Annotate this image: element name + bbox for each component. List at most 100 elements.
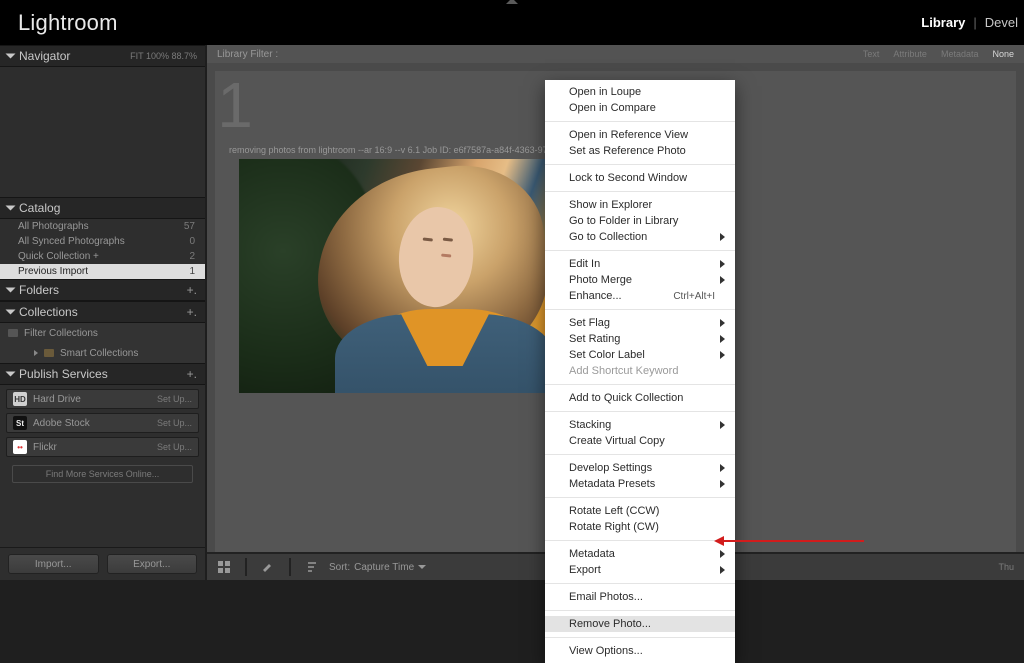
filter-link[interactable]: Metadata (941, 49, 979, 59)
filter-link[interactable]: Text (863, 49, 880, 59)
menu-separator (545, 191, 735, 192)
left-sidebar: Navigator FIT 100% 88.7% Catalog All Pho… (0, 45, 207, 580)
navigator-preview[interactable] (0, 67, 205, 197)
navigator-zoom-readout[interactable]: FIT 100% 88.7% (130, 51, 197, 61)
menu-item[interactable]: View Options... (545, 643, 735, 659)
menu-item[interactable]: Add to Quick Collection (545, 390, 735, 406)
disclosure-icon (6, 54, 16, 59)
menu-item[interactable]: Set Rating (545, 331, 735, 347)
disclosure-icon (6, 372, 16, 377)
add-publish-icon[interactable]: +. (187, 367, 197, 381)
menu-item-label: Lock to Second Window (569, 172, 687, 184)
menu-item[interactable]: Enhance...Ctrl+Alt+I (545, 288, 735, 304)
menu-item[interactable]: Metadata (545, 546, 735, 562)
smart-collection-icon (44, 349, 54, 357)
smart-collections-row[interactable]: Smart Collections (0, 343, 205, 363)
app-title: Lightroom (18, 10, 118, 36)
folders-header[interactable]: Folders +. (0, 279, 205, 301)
sort-value: Capture Time (354, 562, 414, 573)
menu-separator (545, 454, 735, 455)
submenu-arrow-icon (720, 233, 725, 241)
menu-item[interactable]: Email Photos... (545, 589, 735, 605)
menu-item[interactable]: Open in Compare (545, 100, 735, 116)
filter-link[interactable]: Attribute (893, 49, 927, 59)
menu-item-label: Set as Reference Photo (569, 145, 686, 157)
disclosure-icon (6, 310, 16, 315)
grid-view-icon[interactable] (217, 560, 231, 574)
sort-select[interactable]: Sort: Capture Time (329, 562, 426, 573)
import-button[interactable]: Import... (8, 554, 99, 574)
collections-header[interactable]: Collections +. (0, 301, 205, 323)
catalog-row[interactable]: All Photographs57 (0, 219, 205, 234)
menu-item[interactable]: Rotate Left (CCW) (545, 503, 735, 519)
service-setup-link[interactable]: Set Up... (157, 418, 192, 428)
service-setup-link[interactable]: Set Up... (157, 394, 192, 404)
menu-item[interactable]: Remove Photo... (545, 616, 735, 632)
menu-item[interactable]: Set as Reference Photo (545, 143, 735, 159)
navigator-header[interactable]: Navigator FIT 100% 88.7% (0, 45, 205, 67)
catalog-row[interactable]: Previous Import1 (0, 264, 205, 279)
menu-item-label: Edit In (569, 258, 600, 270)
menu-item-label: Stacking (569, 419, 611, 431)
menu-item[interactable]: Export (545, 562, 735, 578)
navigator-title: Navigator (19, 49, 70, 63)
add-folder-icon[interactable]: +. (187, 283, 197, 297)
menu-item[interactable]: Photo Merge (545, 272, 735, 288)
sort-direction-icon[interactable] (305, 560, 319, 574)
toolbar-right-text: Thu (998, 562, 1014, 572)
menu-item[interactable]: Open in Reference View (545, 127, 735, 143)
publish-service-row[interactable]: ••FlickrSet Up... (6, 437, 199, 457)
catalog-header[interactable]: Catalog (0, 197, 205, 219)
menu-item: Add Shortcut Keyword (545, 363, 735, 379)
submenu-arrow-icon (720, 566, 725, 574)
painter-icon[interactable] (261, 560, 275, 574)
service-setup-link[interactable]: Set Up... (157, 442, 192, 452)
menu-item-label: Show in Explorer (569, 199, 652, 211)
menu-item[interactable]: Edit In (545, 256, 735, 272)
menu-item[interactable]: Lock to Second Window (545, 170, 735, 186)
menu-item-label: Open in Reference View (569, 129, 688, 141)
menu-separator (545, 164, 735, 165)
menu-item[interactable]: Show in Explorer (545, 197, 735, 213)
menu-item-label: Go to Folder in Library (569, 215, 678, 227)
catalog-title: Catalog (19, 201, 60, 215)
menu-item-label: Add to Quick Collection (569, 392, 683, 404)
catalog-row[interactable]: All Synced Photographs0 (0, 234, 205, 249)
menu-item[interactable]: Develop Settings (545, 460, 735, 476)
filter-link[interactable]: None (992, 49, 1014, 59)
menu-item[interactable]: Create Virtual Copy (545, 433, 735, 449)
context-menu[interactable]: Open in Loupe Open in Compare Open in Refe… (545, 80, 735, 663)
panel-collapse-caret[interactable] (506, 0, 518, 4)
menu-item[interactable]: Set Flag (545, 315, 735, 331)
publish-service-row[interactable]: HDHard DriveSet Up... (6, 389, 199, 409)
publish-service-row[interactable]: StAdobe StockSet Up... (6, 413, 199, 433)
menu-item[interactable]: Go to Collection (545, 229, 735, 245)
menu-item-label: Open in Loupe (569, 86, 641, 98)
library-filter-bar: Library Filter : TextAttributeMetadataNo… (207, 45, 1024, 63)
export-button[interactable]: Export... (107, 554, 198, 574)
filter-links: Text Attribute Metadata None (863, 49, 1014, 59)
menu-item[interactable]: Go to Folder in Library (545, 213, 735, 229)
sort-label: Sort: (329, 562, 350, 573)
disclosure-icon (34, 350, 38, 356)
search-icon (8, 329, 18, 337)
tab-library[interactable]: Library (915, 15, 971, 30)
service-icon: HD (13, 392, 27, 406)
tab-develop[interactable]: Devel (979, 15, 1024, 30)
catalog-row[interactable]: Quick Collection +2 (0, 249, 205, 264)
menu-item[interactable]: Rotate Right (CW) (545, 519, 735, 535)
find-more-services-button[interactable]: Find More Services Online... (12, 465, 193, 483)
toolbar-divider (289, 558, 291, 576)
thumbnail-image[interactable] (239, 159, 589, 393)
filter-collections-row[interactable]: Filter Collections (0, 323, 205, 343)
menu-item[interactable]: Stacking (545, 417, 735, 433)
catalog-row-label: Quick Collection + (18, 251, 99, 262)
submenu-arrow-icon (720, 276, 725, 284)
menu-item[interactable]: Set Color Label (545, 347, 735, 363)
menu-item[interactable]: Open in Loupe (545, 84, 735, 100)
publish-header[interactable]: Publish Services +. (0, 363, 205, 385)
add-collection-icon[interactable]: +. (187, 305, 197, 319)
menu-item[interactable]: Metadata Presets (545, 476, 735, 492)
menu-separator (545, 309, 735, 310)
submenu-arrow-icon (720, 421, 725, 429)
